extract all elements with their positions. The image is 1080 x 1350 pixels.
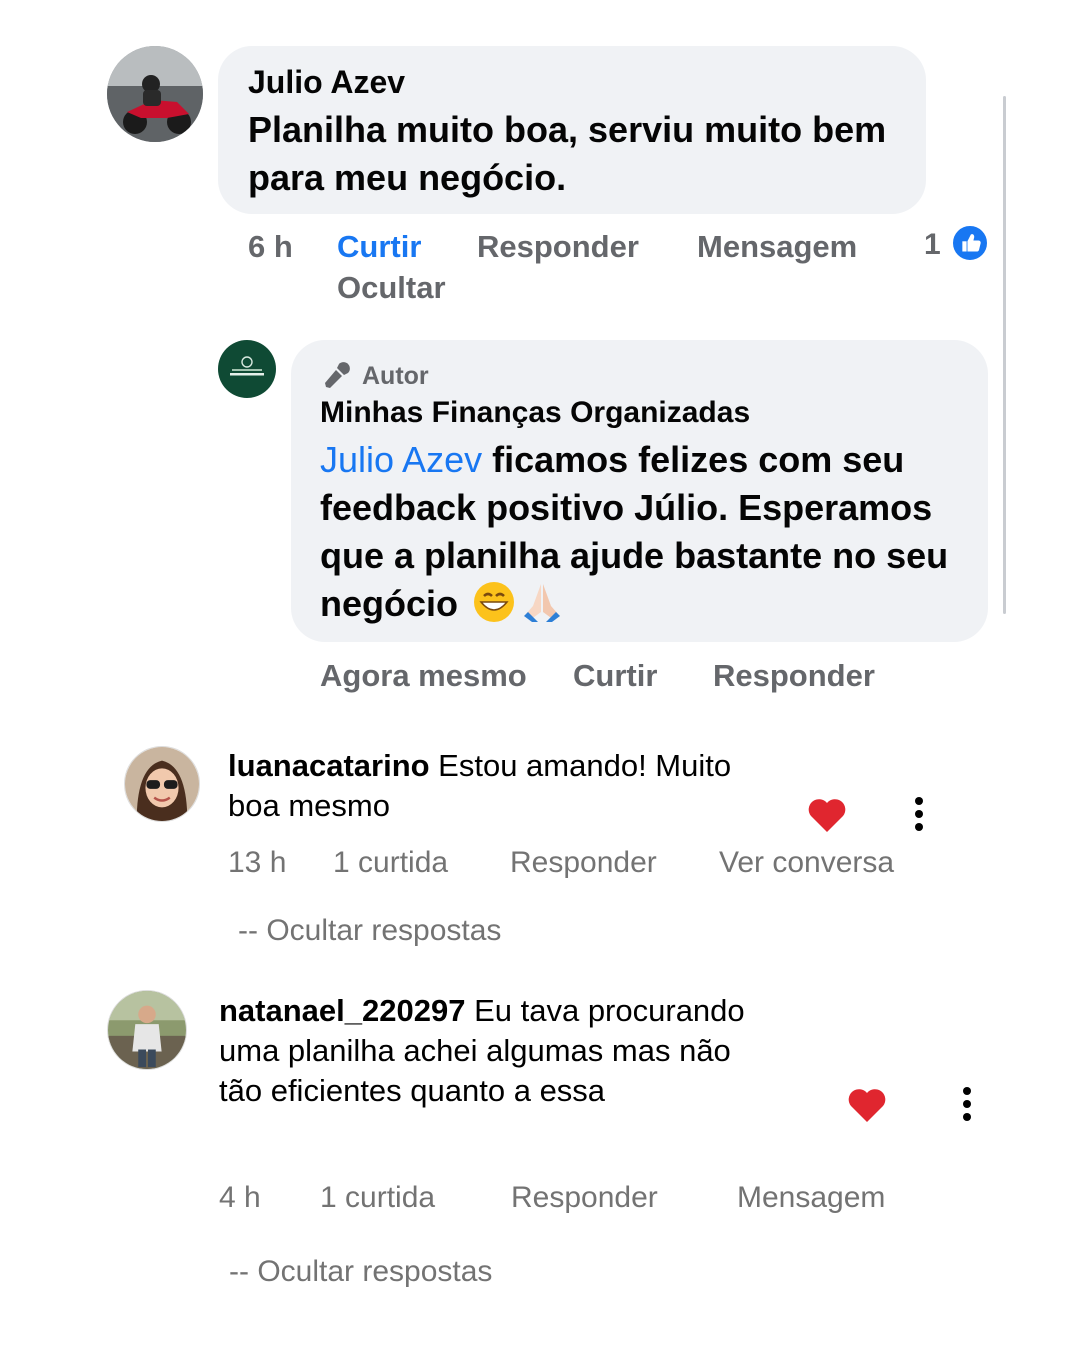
avatar-minhas-financas[interactable] [218, 340, 276, 398]
comment-timestamp[interactable]: 6 h [248, 229, 293, 265]
avatar-julio-azev[interactable] [107, 46, 203, 142]
username[interactable]: natanael_220297 [219, 993, 465, 1028]
comment-text: natanael_220297 Eu tava procurando uma p… [219, 991, 759, 1111]
reply-like-button[interactable]: Curtir [573, 658, 657, 694]
message-button[interactable]: Mensagem [697, 229, 857, 265]
reply-button[interactable]: Responder [510, 846, 657, 880]
heart-icon[interactable] [807, 797, 847, 833]
avatar-luanacatarino[interactable] [124, 746, 200, 822]
like-button[interactable]: Curtir [337, 229, 421, 265]
reply-author[interactable]: Minhas Finanças Organizadas [320, 396, 750, 430]
thumbs-up-icon [950, 223, 990, 263]
comment-text: Planilha muito boa, serviu muito bem par… [248, 109, 887, 198]
more-options-icon[interactable] [914, 797, 924, 831]
message-button[interactable]: Mensagem [737, 1181, 885, 1215]
comment-text: luanacatarino Estou amando! Muito boa me… [228, 746, 788, 826]
likes-count[interactable]: 1 curtida [333, 846, 448, 880]
username[interactable]: luanacatarino [228, 748, 430, 783]
like-count[interactable]: 1 [924, 228, 941, 262]
hide-replies-button[interactable]: -- Ocultar respostas [238, 914, 501, 948]
grinning-face-icon [472, 580, 516, 624]
hide-replies-button[interactable]: -- Ocultar respostas [229, 1255, 492, 1289]
reply-button[interactable]: Responder [477, 229, 639, 265]
reply-button[interactable]: Responder [511, 1181, 658, 1215]
scrollbar[interactable] [1003, 96, 1006, 614]
microphone-icon [320, 360, 352, 392]
comment-author[interactable]: Julio Azev [248, 64, 405, 101]
mention-link[interactable]: Julio Azev [320, 439, 482, 480]
reply-text: Julio Azev ficamos felizes com seu feedb… [320, 436, 980, 628]
folded-hands-icon [520, 580, 564, 624]
avatar-natanael[interactable] [107, 990, 187, 1070]
view-conversation-button[interactable]: Ver conversa [719, 846, 894, 880]
likes-count[interactable]: 1 curtida [320, 1181, 435, 1215]
hide-button[interactable]: Ocultar [337, 270, 446, 306]
reply-reply-button[interactable]: Responder [713, 658, 875, 694]
comment-timestamp[interactable]: 4 h [219, 1181, 261, 1215]
reply-timestamp[interactable]: Agora mesmo [320, 658, 527, 694]
heart-icon[interactable] [847, 1087, 887, 1123]
comment-timestamp[interactable]: 13 h [228, 846, 286, 880]
author-badge: Autor [362, 362, 429, 390]
more-options-icon[interactable] [962, 1087, 972, 1121]
